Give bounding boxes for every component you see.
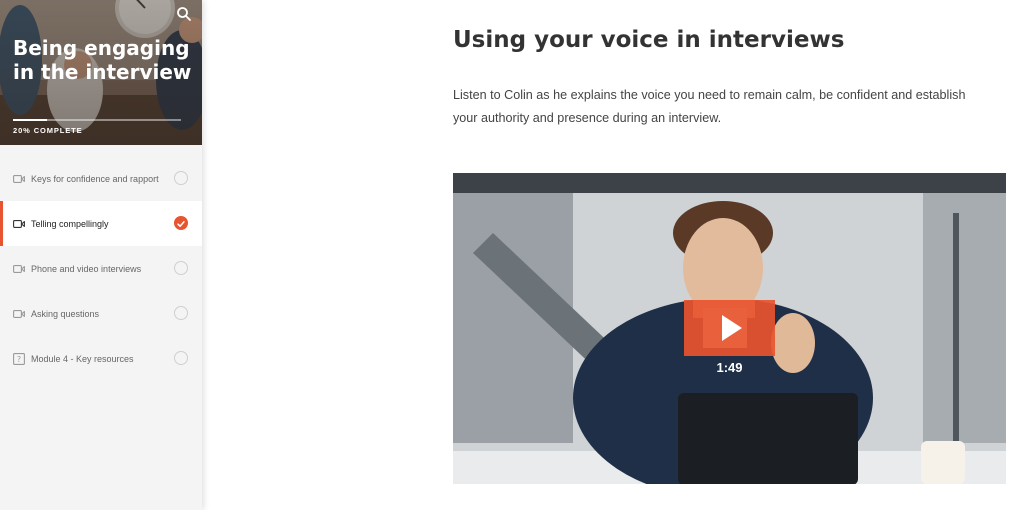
lesson-list: Keys for confidence and rapport Telling … [0, 156, 202, 381]
course-sidebar: Being engaging in the interview 20% COMP… [0, 0, 202, 510]
question-icon: ? [13, 352, 25, 365]
video-icon [13, 174, 25, 184]
play-button[interactable] [684, 300, 775, 356]
course-progress-label: 20% COMPLETE [13, 126, 83, 135]
lesson-description: Listen to Colin as he explains the voice… [453, 88, 966, 125]
check-icon [177, 221, 185, 227]
lesson-status-indicator [174, 216, 188, 230]
lesson-label: Asking questions [31, 308, 100, 319]
lesson-status-indicator [174, 171, 188, 185]
course-progress-fill [13, 119, 47, 121]
lesson-item[interactable]: Asking questions [0, 291, 202, 336]
course-hero: Being engaging in the interview 20% COMP… [0, 0, 202, 145]
video-duration: 1:49 [716, 360, 743, 375]
video-icon [13, 264, 25, 274]
search-icon[interactable] [176, 6, 192, 22]
course-title: Being engaging in the interview [13, 36, 192, 84]
lesson-status-indicator [174, 261, 188, 275]
svg-text:?: ? [17, 355, 21, 364]
lesson-item[interactable]: ? Module 4 - Key resources [0, 336, 202, 381]
lesson-label: Module 4 - Key resources [31, 353, 134, 364]
video-icon [13, 309, 25, 319]
video-icon [13, 219, 25, 229]
lesson-label: Phone and video interviews [31, 263, 142, 274]
lesson-status-indicator [174, 306, 188, 320]
play-icon [722, 315, 742, 341]
lesson-item[interactable]: Phone and video interviews [0, 246, 202, 291]
lesson-item[interactable]: Telling compellingly [0, 201, 202, 246]
page-title: Using your voice in interviews [453, 27, 845, 53]
lesson-item[interactable]: Keys for confidence and rapport [0, 156, 202, 201]
lesson-label: Keys for confidence and rapport [31, 173, 159, 184]
lesson-status-indicator [174, 351, 188, 365]
course-progress-bar [13, 119, 181, 121]
video-player[interactable]: 1:49 [453, 173, 1006, 484]
lesson-label: Telling compellingly [31, 218, 109, 229]
